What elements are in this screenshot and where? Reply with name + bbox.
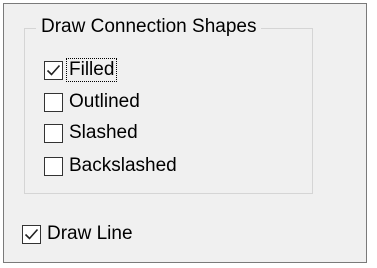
checkbox-label: Draw Line — [47, 223, 133, 244]
checkbox-box[interactable] — [44, 60, 63, 80]
slashed-checkbox[interactable]: Slashed — [44, 120, 141, 146]
checkbox-box[interactable] — [44, 156, 63, 176]
checkbox-box[interactable] — [44, 92, 63, 112]
backslashed-checkbox[interactable]: Backslashed — [44, 153, 180, 179]
checkbox-box[interactable] — [44, 123, 63, 143]
checkmark-icon — [24, 228, 39, 240]
filled-checkbox[interactable]: Filled — [44, 57, 118, 83]
checkbox-label: Outlined — [69, 91, 140, 112]
checkbox-box[interactable] — [22, 224, 41, 244]
checkmark-icon — [46, 64, 61, 76]
group-title: Draw Connection Shapes — [36, 15, 262, 39]
checkbox-label: Backslashed — [69, 155, 177, 176]
checkbox-label: Filled — [66, 58, 118, 82]
draw-line-checkbox[interactable]: Draw Line — [22, 221, 136, 247]
outlined-checkbox[interactable]: Outlined — [44, 89, 143, 115]
checkbox-label: Slashed — [69, 122, 138, 143]
